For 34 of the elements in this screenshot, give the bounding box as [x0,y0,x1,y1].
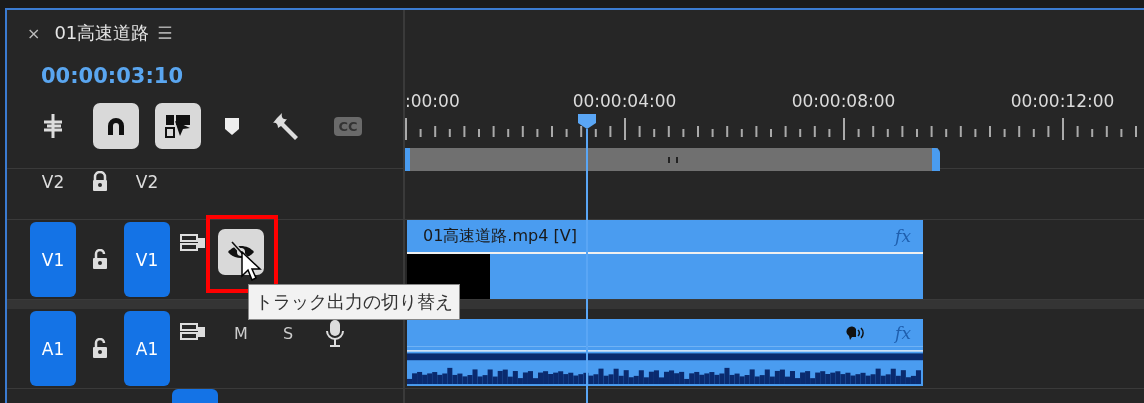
track-target[interactable]: A1 [124,311,170,386]
track-target[interactable]: V1 [124,222,170,297]
mute-button[interactable]: M [234,323,248,343]
microphone-icon[interactable] [326,319,344,347]
menu-button[interactable]: ☰ [157,23,173,43]
track-target[interactable]: V2 [124,171,170,193]
mouse-pointer-icon [240,251,262,283]
playhead[interactable] [577,114,597,403]
source-patch[interactable]: V2 [30,171,76,193]
linked-selection-button[interactable] [155,103,201,149]
ruler-label: 00:00:04:00 [572,91,677,111]
pointer-squares-icon [164,113,192,139]
open-padlock-icon[interactable] [90,249,110,270]
timecode[interactable]: 00:00:03:10 [7,56,184,96]
tooltip: トラック出力の切り替え [248,284,460,320]
sync-lock-icon[interactable] [180,233,206,252]
fx-label: fx [895,322,911,343]
sequence-title[interactable]: 01高速道路 [54,21,150,45]
solo-button[interactable]: S [282,323,294,343]
zoom-scroll-bar[interactable] [407,148,938,171]
ruler-label: 00:00:08:00 [791,91,896,111]
marker-icon[interactable] [224,116,240,136]
speaking-head-icon [845,324,866,341]
open-padlock-icon[interactable] [90,338,110,359]
ruler-label: :00:00 [405,91,460,111]
snap-button[interactable] [93,103,139,149]
clip-name: 01高速道路.mp4 [V] [423,225,577,247]
fx-label: fx [895,226,911,246]
sync-lock-icon[interactable] [180,322,206,341]
ruler-label: 00:00:12:00 [1010,91,1115,111]
source-patch[interactable]: V1 [30,222,76,297]
source-patch[interactable]: A1 [30,311,76,386]
padlock-icon[interactable] [90,171,110,192]
close-button[interactable]: × [27,23,41,43]
